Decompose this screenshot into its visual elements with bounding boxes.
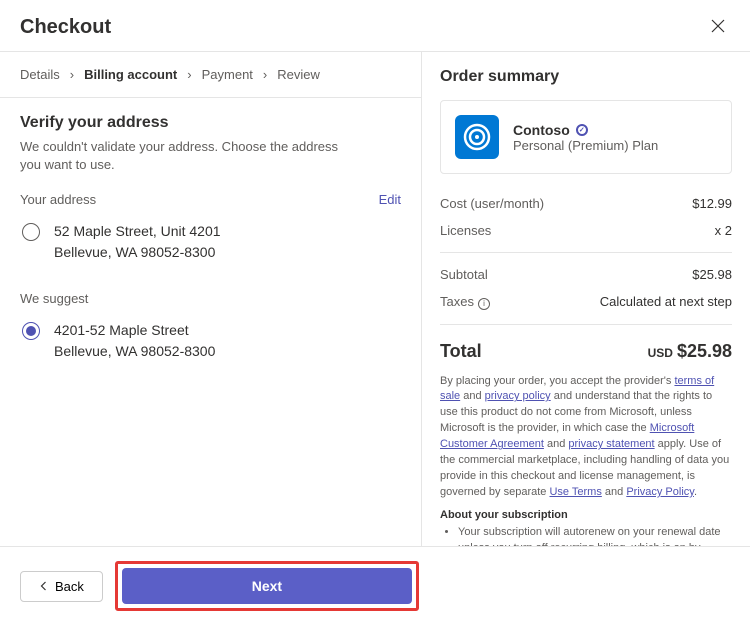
- page-title: Checkout: [20, 16, 111, 39]
- chevron-right-icon: ›: [263, 67, 267, 82]
- product-name-text: Contoso: [513, 122, 570, 138]
- crumb-review[interactable]: Review: [277, 67, 320, 82]
- breadcrumb: Details › Billing account › Payment › Re…: [0, 52, 421, 98]
- crumb-payment[interactable]: Payment: [202, 67, 253, 82]
- product-logo: [455, 115, 499, 159]
- close-button[interactable]: [706, 14, 730, 41]
- crumb-billing-account[interactable]: Billing account: [84, 67, 177, 82]
- address-option-suggested[interactable]: 4201-52 Maple Street Bellevue, WA 98052-…: [20, 314, 401, 372]
- privacy-policy2-link[interactable]: Privacy Policy: [626, 486, 694, 498]
- subtotal-line: Subtotal $25.98: [440, 261, 732, 288]
- product-card: Contoso ✓ Personal (Premium) Plan: [440, 100, 732, 174]
- next-button-highlight: Next: [115, 561, 419, 611]
- about-subscription-heading: About your subscription: [440, 509, 732, 521]
- verify-hint: We couldn't validate your address. Choos…: [20, 138, 360, 174]
- your-address-line1: 52 Maple Street, Unit 4201: [54, 221, 221, 242]
- divider: [440, 252, 732, 253]
- suggest-address-line1: 4201-52 Maple Street: [54, 320, 215, 341]
- suggest-label: We suggest: [20, 291, 88, 306]
- licenses-line: Licenses x 2: [440, 217, 732, 244]
- radio-suggested-address[interactable]: [22, 322, 40, 340]
- crumb-details[interactable]: Details: [20, 67, 60, 82]
- privacy-policy-link[interactable]: privacy policy: [485, 390, 551, 402]
- back-button[interactable]: Back: [20, 571, 103, 602]
- your-address-label: Your address: [20, 192, 96, 207]
- use-terms-link[interactable]: Use Terms: [549, 486, 601, 498]
- spiral-icon: [462, 122, 492, 152]
- verify-heading: Verify your address: [20, 114, 401, 132]
- chevron-left-icon: [39, 581, 49, 591]
- taxes-line: Taxesi Calculated at next step: [440, 288, 732, 316]
- privacy-statement-link[interactable]: privacy statement: [568, 438, 654, 450]
- subscription-bullet-1: Your subscription will autorenew on your…: [458, 525, 732, 546]
- suggest-address-line2: Bellevue, WA 98052-8300: [54, 341, 215, 362]
- edit-address-link[interactable]: Edit: [379, 192, 401, 207]
- close-icon: [710, 18, 726, 34]
- next-button[interactable]: Next: [122, 568, 412, 604]
- your-address-line2: Bellevue, WA 98052-8300: [54, 242, 221, 263]
- info-icon[interactable]: i: [478, 298, 490, 310]
- cost-line: Cost (user/month) $12.99: [440, 190, 732, 217]
- address-option-yours[interactable]: 52 Maple Street, Unit 4201 Bellevue, WA …: [20, 215, 401, 273]
- chevron-right-icon: ›: [187, 67, 191, 82]
- legal-text: By placing your order, you accept the pr…: [440, 374, 732, 502]
- total-line: Total USD$25.98: [440, 333, 732, 374]
- product-plan-text: Personal (Premium) Plan: [513, 138, 658, 153]
- chevron-right-icon: ›: [70, 67, 74, 82]
- radio-your-address[interactable]: [22, 223, 40, 241]
- verified-badge-icon: ✓: [576, 124, 588, 136]
- divider: [440, 324, 732, 325]
- order-summary-heading: Order summary: [440, 68, 732, 86]
